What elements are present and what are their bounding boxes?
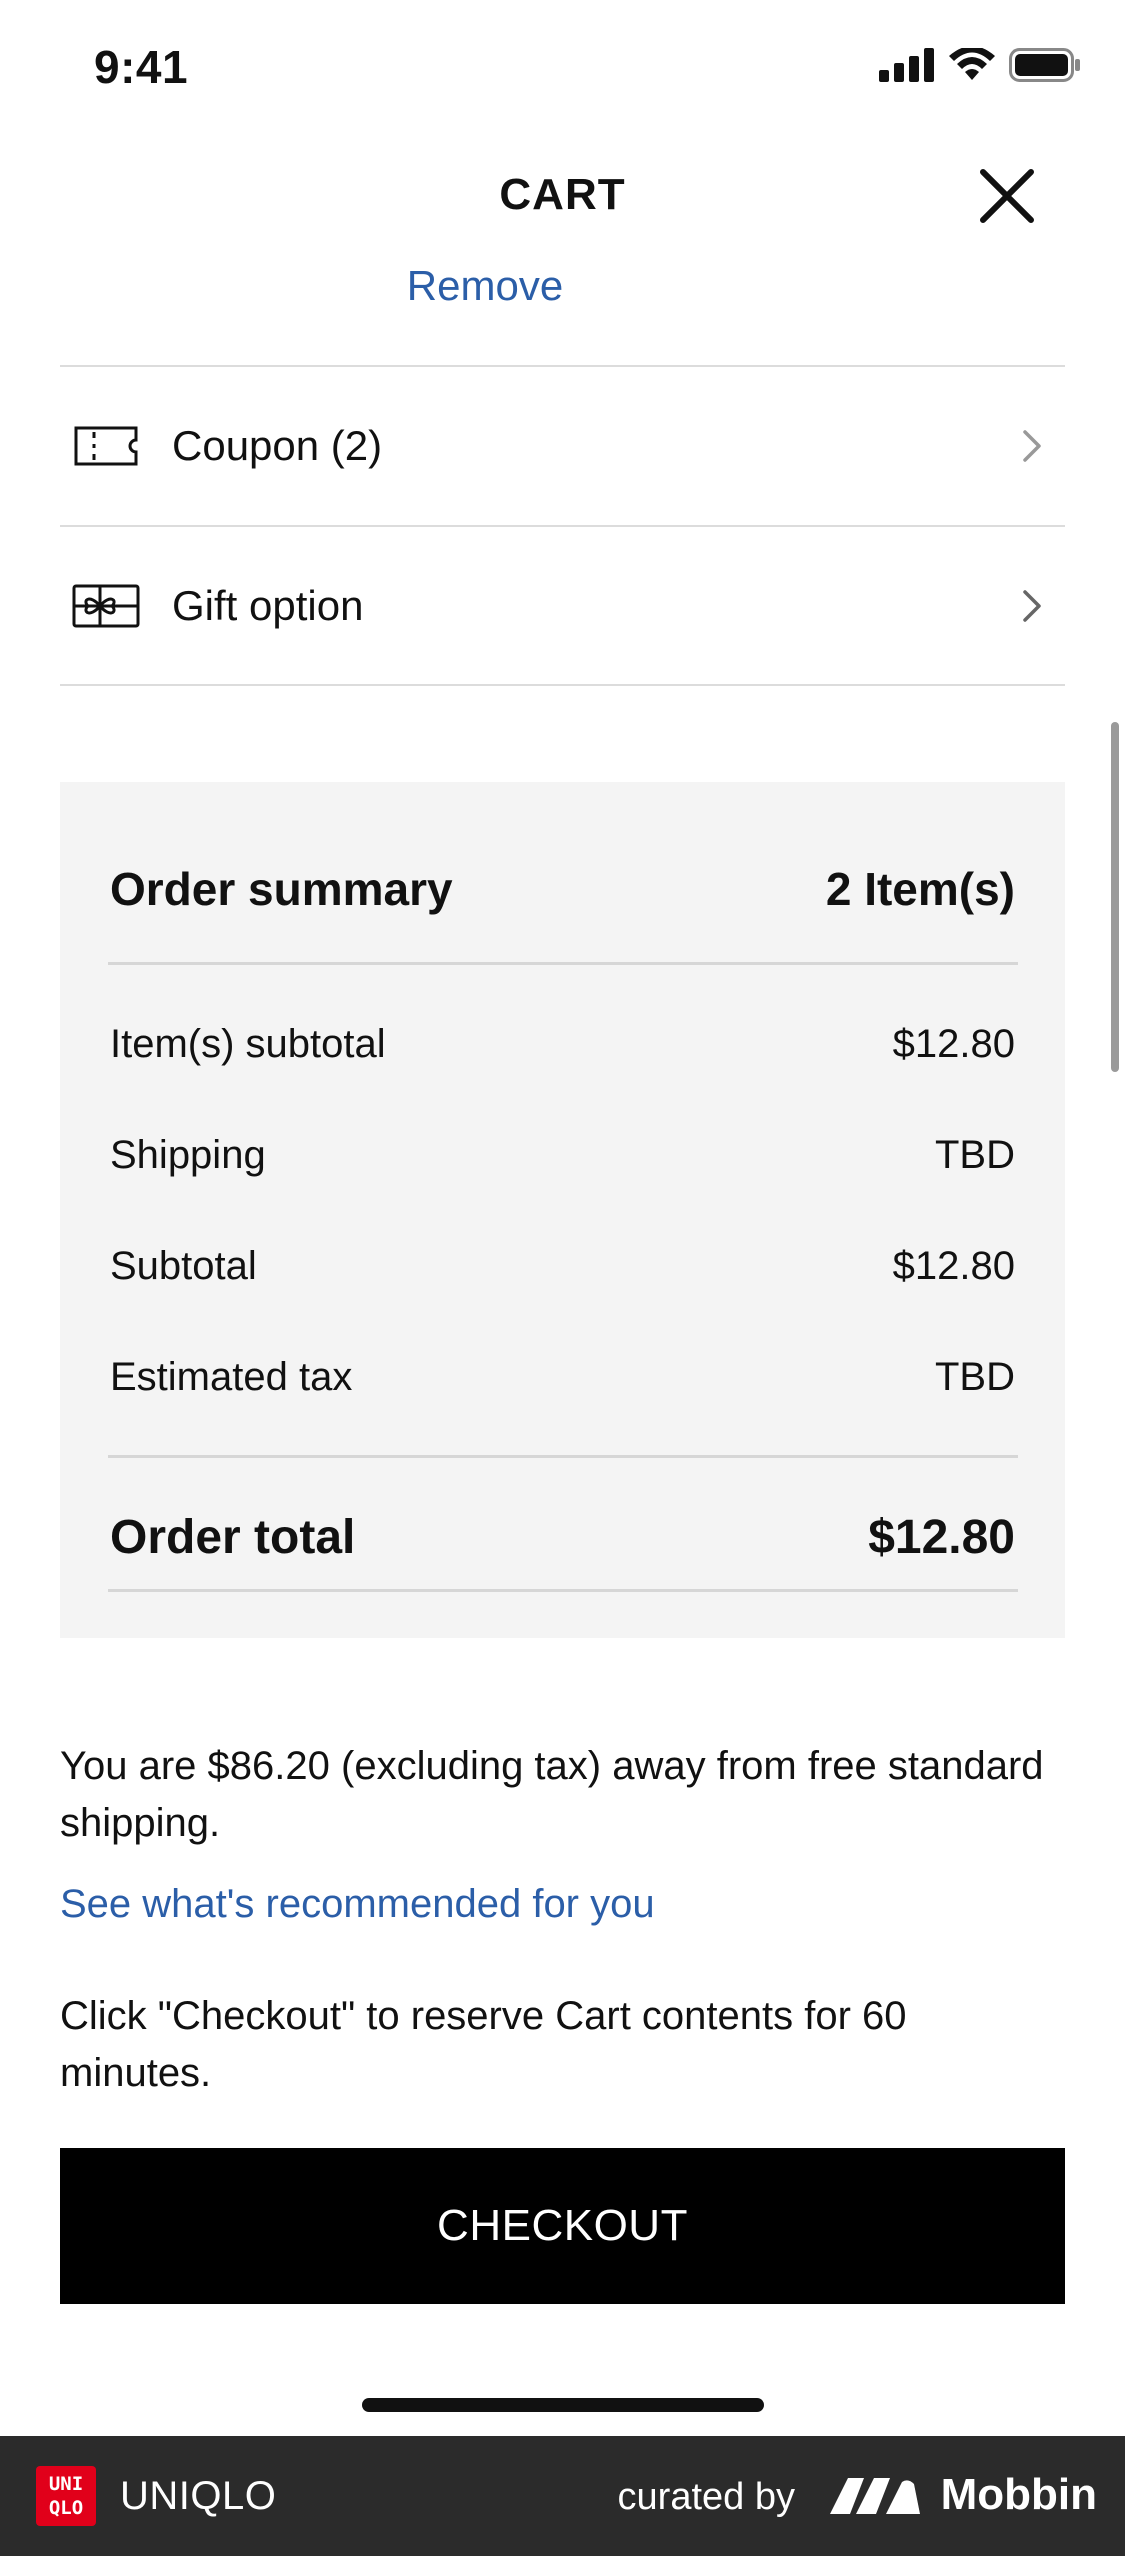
- summary-item-count: 2 Item(s): [825, 863, 1015, 915]
- footer-bar: UNI QLO UNIQLO curated by Mobbin: [0, 2436, 1125, 2556]
- summary-row-label: Estimated tax: [110, 1355, 353, 1399]
- mobbin-logo-icon: [830, 2478, 920, 2514]
- summary-row: Item(s) subtotal $12.80: [110, 1022, 1015, 1067]
- scrollbar[interactable]: [1111, 722, 1119, 1072]
- recommendations-link[interactable]: See what's recommended for you: [60, 1882, 655, 1927]
- summary-row: Shipping TBD: [110, 1133, 1015, 1178]
- chevron-right-icon: [1023, 430, 1041, 462]
- brand-name: UNIQLO: [120, 2474, 277, 2518]
- summary-divider: [108, 962, 1018, 965]
- summary-row-value: $12.80: [892, 1022, 1015, 1066]
- battery-icon: [1009, 48, 1080, 82]
- close-button[interactable]: [975, 164, 1039, 228]
- status-icons: [879, 48, 1081, 82]
- status-bar: 9:41: [0, 0, 1125, 140]
- wifi-icon: [949, 48, 995, 80]
- summary-row-value: $12.80: [892, 1244, 1015, 1288]
- uniqlo-logo: UNI QLO: [36, 2466, 96, 2526]
- gift-icon: [72, 584, 140, 628]
- page-title: CART: [499, 170, 626, 219]
- summary-divider: [108, 1455, 1018, 1458]
- order-total-value: $12.80: [868, 1511, 1015, 1564]
- order-total-label: Order total: [110, 1511, 356, 1564]
- home-indicator: [362, 2398, 764, 2412]
- summary-title: Order summary: [110, 863, 453, 915]
- summary-row-label: Item(s) subtotal: [110, 1022, 386, 1066]
- summary-row-label: Subtotal: [110, 1244, 257, 1288]
- gift-option-row[interactable]: Gift option: [60, 527, 1065, 685]
- cart-header: CART: [0, 150, 1125, 250]
- divider: [60, 684, 1065, 686]
- close-icon: [980, 169, 1034, 223]
- coupon-row[interactable]: Coupon (2): [60, 367, 1065, 525]
- curator-name: Mobbin: [940, 2470, 1097, 2519]
- summary-row: Subtotal $12.80: [110, 1244, 1015, 1289]
- curated-by-label: curated by: [617, 2476, 795, 2518]
- summary-row-label: Shipping: [110, 1133, 266, 1177]
- remove-link[interactable]: Remove: [0, 262, 970, 310]
- coupon-icon: [74, 426, 138, 466]
- chevron-right-icon: [1023, 590, 1041, 622]
- summary-divider: [108, 1589, 1018, 1592]
- status-time: 9:41: [94, 41, 189, 93]
- checkout-button[interactable]: CHECKOUT: [60, 2148, 1065, 2304]
- signal-icon: [879, 48, 934, 82]
- summary-row: Estimated tax TBD: [110, 1355, 1015, 1400]
- gift-option-label: Gift option: [172, 582, 364, 629]
- summary-header: Order summary 2 Item(s): [110, 862, 1015, 916]
- order-summary: Order summary 2 Item(s) Item(s) subtotal…: [60, 782, 1065, 1638]
- reserve-notice: Click "Checkout" to reserve Cart content…: [60, 1994, 907, 2095]
- order-total: Order total $12.80: [110, 1510, 1015, 1565]
- summary-row-value: TBD: [935, 1133, 1015, 1177]
- summary-row-value: TBD: [935, 1355, 1015, 1399]
- coupon-label: Coupon (2): [172, 422, 383, 469]
- free-shipping-notice: You are $86.20 (excluding tax) away from…: [60, 1744, 1044, 1845]
